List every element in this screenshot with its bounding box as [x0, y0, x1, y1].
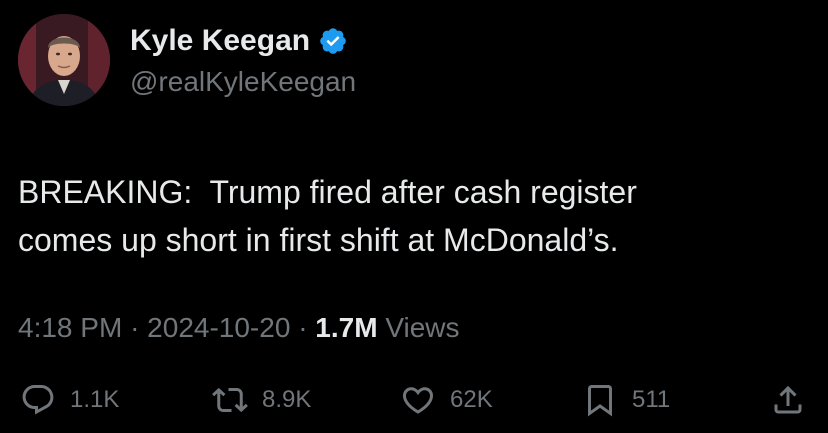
meta-separator: ·	[298, 312, 316, 343]
heart-icon	[402, 387, 434, 414]
tweet-meta: 4:18 PM · 2024-10-20 · 1.7M Views	[18, 312, 460, 344]
repost-button[interactable]: 8.9K	[212, 378, 311, 422]
reply-button[interactable]: 1.1K	[20, 378, 119, 422]
author-name-row[interactable]: Kyle Keegan	[130, 24, 348, 58]
like-count: 62K	[450, 386, 493, 413]
meta-separator: ·	[130, 312, 148, 343]
bookmark-count: 511	[632, 386, 671, 413]
views-count[interactable]: 1.7M	[315, 312, 377, 343]
share-button[interactable]	[770, 378, 806, 422]
avatar[interactable]	[18, 14, 110, 106]
reply-count: 1.1K	[70, 386, 120, 413]
repost-count: 8.9K	[262, 386, 312, 413]
repost-icon	[212, 387, 248, 413]
tweet-date[interactable]: 2024-10-20	[147, 312, 290, 343]
verified-badge-icon[interactable]	[318, 26, 348, 56]
action-bar: 1.1K 8.9K 62K 511	[0, 378, 828, 422]
bookmark-button[interactable]: 511	[582, 378, 670, 422]
tweet-text-line-2: comes up short in first shift at McDonal…	[18, 222, 619, 258]
views-label[interactable]: Views	[385, 312, 459, 343]
tweet-time[interactable]: 4:18 PM	[18, 312, 122, 343]
author-handle[interactable]: @realKyleKeegan	[130, 66, 356, 98]
tweet-text: BREAKING: Trump fired after cash registe…	[18, 168, 808, 264]
like-button[interactable]: 62K	[400, 378, 493, 422]
share-icon	[774, 385, 802, 414]
author-display-name[interactable]: Kyle Keegan	[130, 24, 310, 58]
reply-icon	[22, 385, 54, 415]
avatar-image	[18, 14, 110, 106]
bookmark-icon	[588, 385, 612, 417]
tweet-text-line-1: BREAKING: Trump fired after cash registe…	[18, 174, 637, 210]
